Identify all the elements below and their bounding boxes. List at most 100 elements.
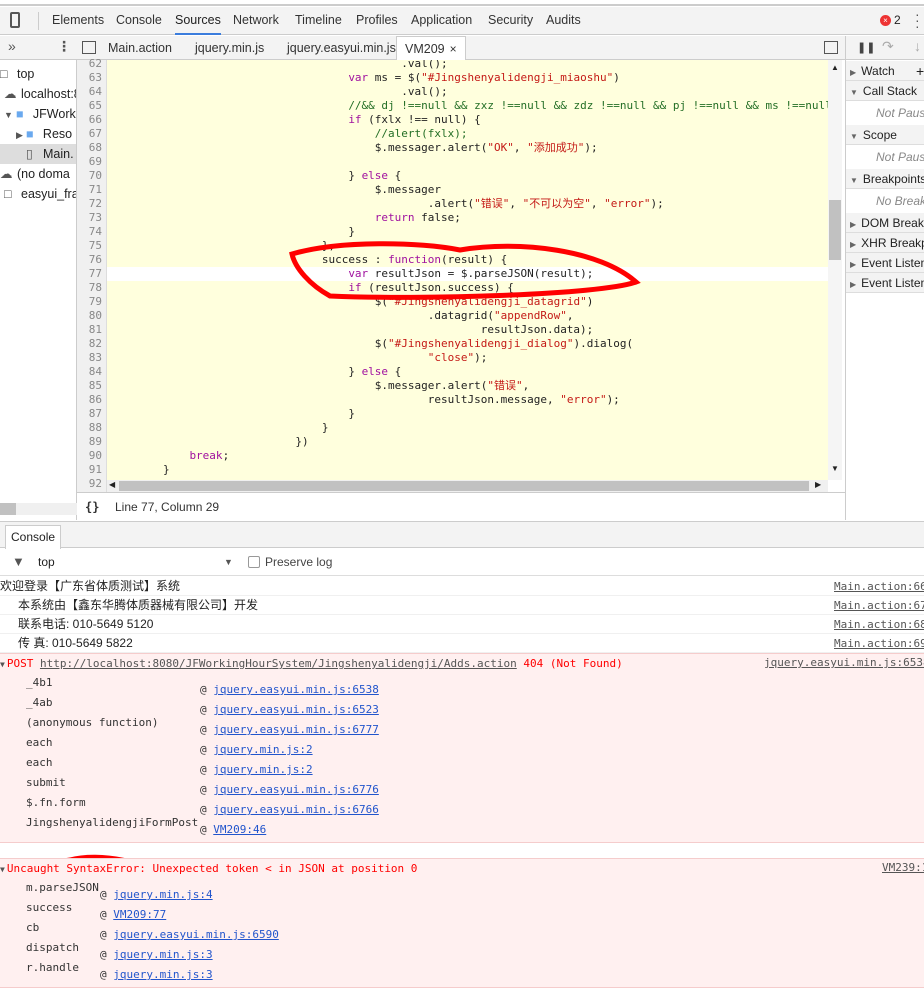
debugger-section-watch[interactable]: ▶ Watch + [846, 61, 924, 81]
line-number[interactable]: 80 [89, 309, 102, 323]
line-number[interactable]: 64 [89, 85, 102, 99]
navigator-item[interactable]: ▼ ■ JFWork [0, 104, 76, 124]
line-number[interactable]: 65 [89, 99, 102, 113]
error-icon[interactable]: × [880, 15, 891, 26]
triangle-right-icon[interactable]: ▶ [16, 130, 23, 140]
expand-navigator-icon[interactable]: » [8, 38, 16, 54]
tab-console[interactable]: Console [5, 525, 62, 549]
line-number[interactable]: 87 [89, 407, 102, 421]
expand-triangle-icon[interactable]: ▼ [0, 660, 5, 669]
error-source-link[interactable]: jquery.easyui.min.js:6538 [764, 656, 924, 669]
line-number[interactable]: 88 [89, 421, 102, 435]
line-number[interactable]: 66 [89, 113, 102, 127]
line-number[interactable]: 72 [89, 197, 102, 211]
line-number[interactable]: 63 [89, 71, 102, 85]
tab-application[interactable]: Application [411, 7, 472, 35]
step-into-icon[interactable]: ↓ [914, 38, 921, 54]
line-number[interactable]: 77 [89, 267, 102, 281]
tab-sources[interactable]: Sources [175, 7, 221, 35]
line-number[interactable]: 89 [89, 435, 102, 449]
close-tab-icon[interactable]: × [450, 42, 457, 56]
navigator-item[interactable]: □ top [0, 64, 76, 84]
context-dropdown-icon[interactable]: ▼ [224, 549, 233, 575]
line-number[interactable]: 68 [89, 141, 102, 155]
add-watch-icon[interactable]: + [916, 61, 924, 81]
line-number[interactable]: 91 [89, 463, 102, 477]
debugger-section-scope[interactable]: ▼ Scope [846, 125, 924, 145]
line-number[interactable]: 81 [89, 323, 102, 337]
debugger-section-breakpoints[interactable]: ▼ Breakpoints [846, 169, 924, 189]
code-editor[interactable]: ​.val(); var ms = $("#Jingshenyalidengji_… [107, 60, 828, 480]
tab-security[interactable]: Security [488, 7, 533, 35]
debugger-section-xhr-breakpoints[interactable]: ▶ XHR Breakpoints [846, 233, 924, 253]
log-source-link[interactable]: Main.action:67 [834, 596, 924, 615]
line-number[interactable]: 73 [89, 211, 102, 225]
pretty-print-button[interactable]: {} [85, 493, 99, 521]
log-source-link[interactable]: Main.action:66 [834, 577, 924, 596]
toggle-debugger-icon[interactable] [824, 41, 838, 54]
debugger-section-dom-breakpoints[interactable]: ▶ DOM Breakpoints [846, 213, 924, 233]
line-number[interactable]: 62 [89, 57, 102, 71]
code-token: var [348, 71, 369, 84]
frame-location-link[interactable]: jquery.min.js:3 [113, 968, 212, 981]
line-number[interactable]: 74 [89, 225, 102, 239]
tab-elements[interactable]: Elements [52, 7, 104, 35]
line-number[interactable]: 79 [89, 295, 102, 309]
scroll-right-icon[interactable]: ▶ [815, 480, 821, 489]
line-number[interactable]: 71 [89, 183, 102, 197]
line-number[interactable]: 70 [89, 169, 102, 183]
navigator-item[interactable]: □ easyui_fra [0, 184, 76, 204]
navigator-scrollbar[interactable] [0, 503, 77, 515]
line-number[interactable]: 92 [89, 477, 102, 491]
error-count[interactable]: 2 [894, 13, 901, 27]
pause-icon[interactable]: ❚❚ [857, 41, 875, 54]
line-number[interactable]: 75 [89, 239, 102, 253]
device-mode-icon[interactable] [10, 12, 20, 28]
filter-icon[interactable]: ▼ [12, 549, 25, 575]
scroll-up-icon[interactable]: ▲ [831, 63, 839, 72]
line-number[interactable]: 83 [89, 351, 102, 365]
line-number[interactable]: 86 [89, 393, 102, 407]
debugger-section-call-stack[interactable]: ▼ Call Stack [846, 81, 924, 101]
debugger-section-event-listener-breakpoints[interactable]: ▶ Event Listener Breakpoints [846, 253, 924, 273]
log-source-link[interactable]: Main.action:68 [834, 615, 924, 634]
line-number[interactable]: 82 [89, 337, 102, 351]
editor-horizontal-scrollbar[interactable]: ◀ ▶ [107, 480, 828, 492]
line-number[interactable]: 90 [89, 449, 102, 463]
triangle-down-icon[interactable]: ▼ [4, 110, 13, 120]
navigator-menu-icon[interactable]: ⋮ [57, 38, 71, 55]
error-source-link[interactable]: VM239:1 [882, 861, 924, 874]
context-selector[interactable]: top [38, 549, 55, 575]
file-tab[interactable]: jquery.min.js [195, 36, 264, 60]
toggle-navigator-icon[interactable] [82, 41, 96, 54]
line-number[interactable]: 78 [89, 281, 102, 295]
tab-console[interactable]: Console [116, 7, 162, 35]
scroll-down-icon[interactable]: ▼ [831, 464, 839, 473]
navigator-item[interactable]: ▶ ■ Reso [0, 124, 76, 144]
file-tab[interactable]: Main.action [108, 36, 172, 60]
scroll-left-icon[interactable]: ◀ [109, 480, 115, 489]
tab-timeline[interactable]: Timeline [295, 7, 342, 35]
navigator-item[interactable]: ☁ (no doma [0, 164, 76, 184]
tab-profiles[interactable]: Profiles [356, 7, 398, 35]
more-menu-icon[interactable]: · · · [915, 7, 920, 33]
request-url[interactable]: http://localhost:8080/JFWorkingHourSyste… [40, 657, 517, 670]
file-tab[interactable]: jquery.easyui.min.js [287, 36, 396, 60]
line-number[interactable]: 85 [89, 379, 102, 393]
line-number[interactable]: 76 [89, 253, 102, 267]
line-number[interactable]: 69 [89, 155, 102, 169]
line-number[interactable]: 84 [89, 365, 102, 379]
log-source-link[interactable]: Main.action:69 [834, 634, 924, 653]
navigator-item[interactable]: ☁ localhost:8 [0, 84, 76, 104]
expand-triangle-icon[interactable]: ▼ [0, 865, 5, 874]
tab-network[interactable]: Network [233, 7, 279, 35]
tab-audits[interactable]: Audits [546, 7, 581, 35]
file-tab[interactable]: VM209 × [396, 36, 466, 60]
line-number[interactable]: 67 [89, 127, 102, 141]
navigator-item[interactable]: ▯ Main. [0, 144, 76, 164]
preserve-log-checkbox[interactable] [248, 556, 260, 568]
step-over-icon[interactable]: ↷ [882, 38, 894, 55]
editor-vertical-scrollbar[interactable]: ▲ ▼ [828, 60, 842, 480]
frame-location-link[interactable]: VM209:46 [213, 823, 266, 836]
debugger-section-event-listeners[interactable]: ▶ Event Listeners [846, 273, 924, 293]
